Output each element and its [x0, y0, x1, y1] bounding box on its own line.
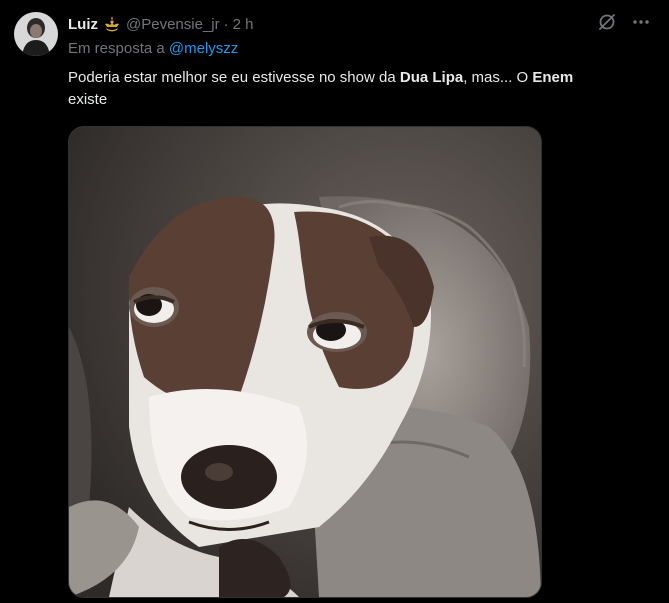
- avatar[interactable]: [14, 12, 58, 56]
- sad-dog-gif-image: [69, 127, 541, 597]
- reply-prefix: Em resposta a: [68, 40, 165, 57]
- display-name[interactable]: Luiz: [68, 16, 98, 33]
- tweet-text-part: Poderia estar melhor se eu estivesse no …: [68, 69, 400, 86]
- tweet-header: Luiz @Pevensie_jr · 2 h: [68, 13, 253, 35]
- tweet-text-bold: Dua Lipa: [399, 69, 464, 86]
- more-options-icon[interactable]: [631, 12, 651, 32]
- tweet-text: Poderia estar melhor se eu estivesse no …: [68, 67, 648, 111]
- tweet-media[interactable]: [68, 126, 542, 598]
- reply-context: Em resposta a @melyszz: [68, 40, 238, 57]
- reply-mention-link[interactable]: @melyszz: [169, 40, 238, 57]
- tweet-text-bold: Enem: [532, 69, 574, 86]
- tweet-text-part: existe: [68, 91, 108, 108]
- tweet[interactable]: Luiz @Pevensie_jr · 2 h Em resposta a @m…: [0, 0, 669, 603]
- separator-dot: ·: [223, 15, 229, 33]
- grok-icon[interactable]: [597, 12, 617, 32]
- user-handle[interactable]: @Pevensie_jr: [126, 16, 220, 33]
- timestamp[interactable]: 2 h: [233, 16, 254, 33]
- avatar-image: [14, 12, 58, 56]
- crown-ship-icon: [102, 14, 122, 34]
- tweet-text-part: , mas... O: [463, 69, 533, 86]
- tweet-top-actions: [597, 12, 651, 32]
